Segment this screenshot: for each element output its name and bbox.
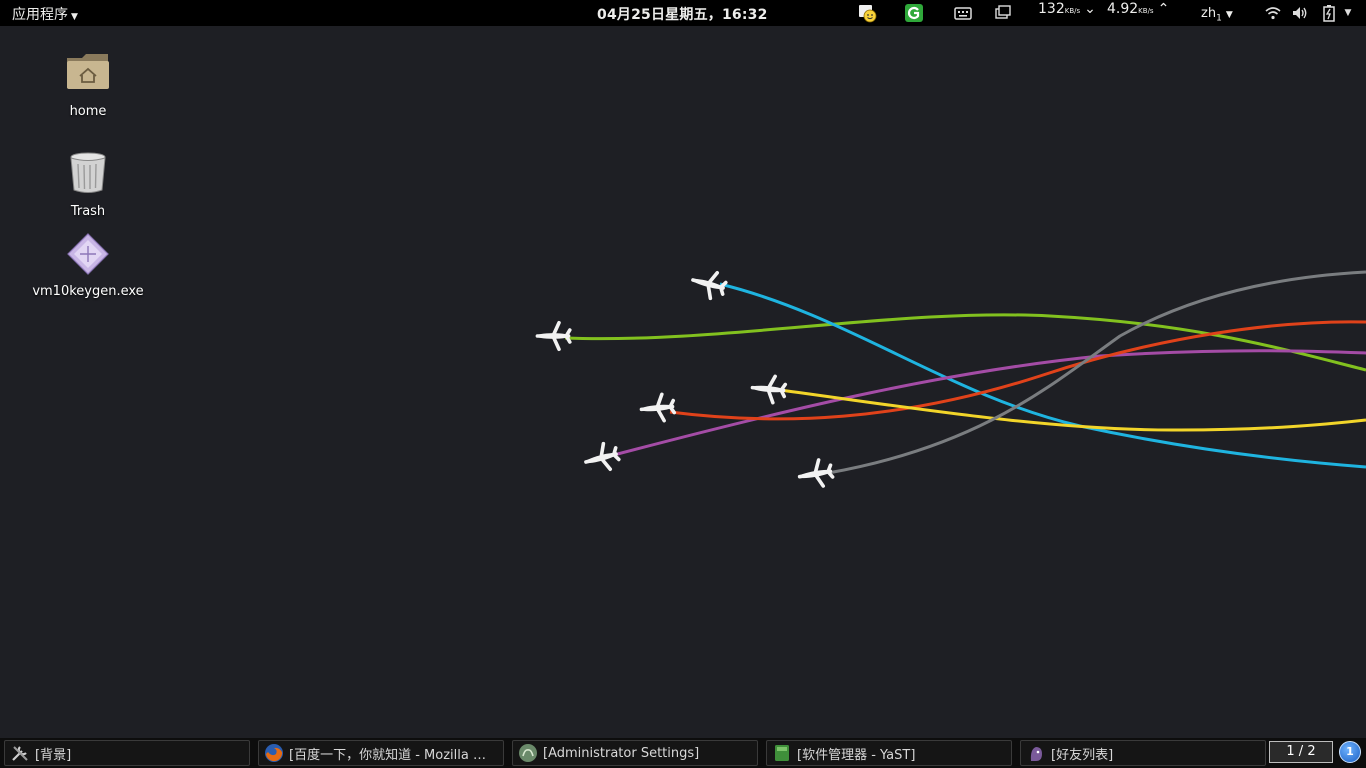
chevron-down-icon: ▼ — [1225, 10, 1233, 20]
wallpaper-planes — [534, 265, 1366, 492]
window-switcher-icon[interactable] — [992, 3, 1014, 23]
workspace-pager[interactable]: 1 / 2 — [1269, 741, 1333, 763]
net-up-unit: KB/s — [1138, 7, 1154, 15]
trash-icon — [70, 152, 106, 193]
net-up-value: 4.92 — [1107, 1, 1139, 17]
desktop-icon-label: Trash — [70, 204, 106, 219]
chevron-down-icon: ▼ — [71, 12, 78, 22]
applications-menu[interactable]: 应用程序 ▼ — [12, 4, 78, 24]
firefox-icon — [264, 743, 284, 763]
task-label: [Administrator Settings] — [543, 745, 700, 761]
settings-icon — [518, 743, 538, 763]
input-method-subscript: 1 — [1216, 13, 1222, 24]
network-upload-speed: 4.92KB/s ⌃ — [1107, 1, 1169, 17]
task-label: [软件管理器 - YaST] — [797, 747, 916, 763]
desktop-icon-label: vm10keygen.exe — [32, 284, 144, 299]
arrow-up-icon: ⌃ — [1157, 1, 1170, 17]
desktop-icon-label: home — [69, 104, 107, 119]
folder-home-icon — [67, 54, 109, 89]
top-panel: 应用程序 ▼ 04月25日星期五，16:32 132KB/s ⌄ 4.92KB/… — [0, 0, 1366, 26]
volume-icon[interactable] — [1289, 3, 1311, 23]
task-firefox[interactable]: [百度一下，你就知道 - Mozilla … — [258, 740, 504, 766]
system-menu-chevron-icon[interactable]: ▼ — [1340, 3, 1356, 23]
desktop-icon-trash[interactable]: Trash — [28, 148, 148, 219]
network-download-speed: 132KB/s ⌄ — [1038, 1, 1096, 17]
yast-icon — [772, 743, 792, 763]
tools-icon — [10, 743, 30, 763]
task-buddy-list[interactable]: [好友列表] — [1020, 740, 1266, 766]
task-yast[interactable]: [软件管理器 - YaST] — [766, 740, 1012, 766]
clock[interactable]: 04月25日星期五，16:32 — [597, 4, 768, 24]
task-label: [百度一下，你就知道 - Mozilla … — [289, 747, 486, 763]
task-label: [背景] — [35, 747, 72, 763]
bottom-taskbar: [背景] [百度一下，你就知道 - Mozilla … [Administrat… — [0, 738, 1366, 768]
task-background[interactable]: [背景] — [4, 740, 250, 766]
battery-icon[interactable] — [1318, 3, 1340, 23]
desktop-icon-home[interactable]: home — [28, 48, 148, 119]
desktop-icon-vm10keygen[interactable]: vm10keygen.exe — [28, 232, 148, 299]
input-method-selector[interactable]: zh1 ▼ — [1201, 6, 1233, 24]
arrow-down-icon: ⌄ — [1084, 1, 1096, 17]
green-g-app-icon[interactable] — [903, 3, 925, 23]
keyboard-icon[interactable] — [952, 3, 974, 23]
task-administrator-settings[interactable]: [Administrator Settings] — [512, 740, 758, 766]
net-down-unit: KB/s — [1064, 7, 1081, 15]
pidgin-icon — [1026, 743, 1046, 763]
applications-menu-label: 应用程序 — [12, 7, 68, 23]
wifi-icon[interactable] — [1262, 3, 1284, 23]
exe-file-icon — [67, 233, 109, 275]
desktop: home Trash vm10keygen.exe — [0, 26, 1366, 738]
notification-count-badge[interactable]: 1 — [1339, 741, 1361, 763]
input-method-label: zh — [1201, 6, 1217, 21]
net-down-value: 132 — [1038, 1, 1065, 17]
task-label: [好友列表] — [1051, 747, 1114, 763]
chat-notification-icon[interactable] — [856, 3, 878, 23]
